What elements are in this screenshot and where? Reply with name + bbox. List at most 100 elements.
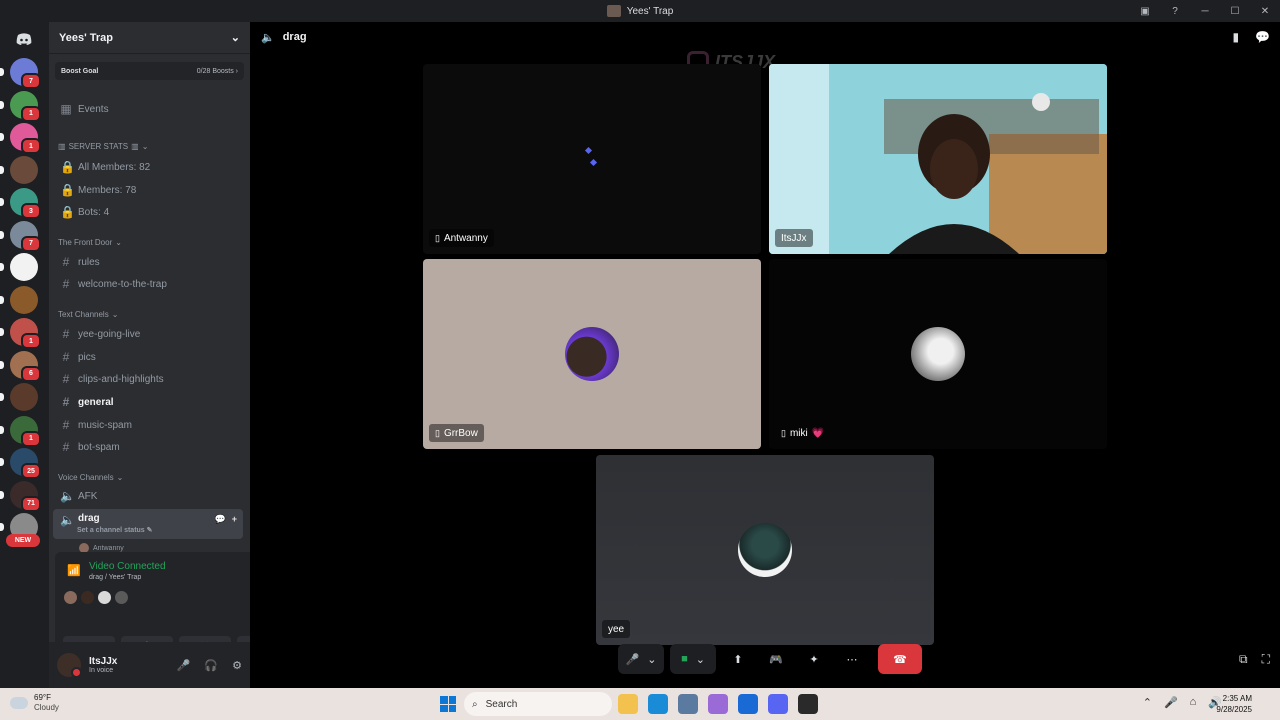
channel-bot-spam[interactable]: # bot-spam [53, 437, 243, 457]
discord-icon[interactable] [768, 694, 788, 714]
add-user-icon[interactable]: + [232, 514, 237, 525]
video-tile[interactable]: ▯ GrrBow [423, 259, 761, 449]
clock[interactable]: 2:35 AM 9/28/2025 [1216, 693, 1252, 715]
channel-yee-going-live[interactable]: # yee-going-live [53, 324, 243, 344]
unread-badge: 71 [21, 495, 41, 512]
channel-sidebar: Yees' Trap ⌄ Boost Goal 0/28 Boosts › ▦ … [49, 22, 293, 688]
help-icon[interactable]: ? [1160, 0, 1190, 22]
channel-status-hint[interactable]: Set a channel status ✎ [77, 526, 153, 534]
channel-clips[interactable]: # clips-and-highlights [53, 369, 243, 389]
server-icon[interactable] [10, 285, 38, 314]
events-item[interactable]: ▦ Events [53, 99, 243, 119]
store-icon[interactable] [738, 694, 758, 714]
server-icon[interactable]: 1 [10, 123, 41, 154]
stat-channel[interactable]: 🔒 All Members: 82 [53, 157, 243, 177]
more-options-icon[interactable]: ⋯ [836, 644, 868, 674]
maximize-button[interactable]: ☐ [1220, 0, 1250, 22]
avatar[interactable] [114, 590, 129, 605]
microphone-icon[interactable]: 🎤 [1164, 696, 1178, 709]
inbox-icon[interactable]: ▣ [1130, 0, 1160, 22]
front-door-category[interactable]: The Front Door ⌄ [58, 238, 122, 247]
video-tile[interactable]: ItsJJx [769, 64, 1107, 254]
avatar[interactable] [97, 590, 112, 605]
unread-badge: 3 [21, 203, 41, 219]
bookmark-icon[interactable]: ▮ [1232, 30, 1239, 44]
settings-icon[interactable] [678, 694, 698, 714]
channel-label: Members: 78 [78, 184, 137, 196]
file-explorer-icon[interactable] [618, 694, 638, 714]
chevron-down-icon[interactable]: ⌄ [647, 653, 656, 666]
server-icon[interactable]: 7 [10, 58, 41, 89]
windows-start-icon[interactable] [440, 696, 456, 712]
unread-badge: 7 [21, 235, 41, 252]
voice-status[interactable]: Video Connected [89, 561, 166, 572]
copilot-icon[interactable] [708, 694, 728, 714]
video-tile[interactable]: ▯ miki 💗 [769, 259, 1107, 449]
unread-badge: 1 [21, 105, 41, 122]
chevron-up-icon[interactable]: ⌃ [1143, 696, 1152, 709]
taskbar-search[interactable]: ⌕ Search [464, 692, 612, 716]
channel-title: drag [282, 31, 307, 43]
voice-channels-category[interactable]: Voice Channels ⌄ [58, 473, 123, 482]
gear-icon[interactable]: ⚙ [232, 659, 242, 672]
chevron-down-icon[interactable]: ⌄ [696, 653, 705, 666]
text-channels-category[interactable]: Text Channels ⌄ [58, 310, 118, 319]
server-icon[interactable]: 71 [10, 480, 41, 512]
server-icon[interactable]: 1 [10, 415, 41, 447]
chat-icon[interactable]: 💬 [1255, 30, 1270, 44]
edge-icon[interactable] [648, 694, 668, 714]
hash-icon: # [62, 418, 70, 432]
weather-widget[interactable]: 69°F Cloudy [10, 693, 59, 713]
soundboard-button[interactable]: ✦ [798, 644, 830, 674]
server-icon[interactable]: 25 [10, 448, 41, 479]
video-tile[interactable]: ▯ Antwanny [423, 64, 761, 254]
channel-music-spam[interactable]: # music-spam [53, 415, 243, 435]
signal-icon[interactable]: 📶 [67, 564, 81, 577]
unread-indicator [0, 393, 4, 401]
disconnect-button[interactable]: ☎ [878, 644, 922, 674]
camera-toggle[interactable]: ■ ⌄ [670, 644, 716, 674]
new-badge: NEW [6, 534, 40, 547]
close-button[interactable]: ✕ [1250, 0, 1280, 22]
user-name[interactable]: ItsJJx [89, 656, 117, 667]
camera-icon: ■ [681, 653, 688, 665]
voice-channel-drag[interactable]: 🔈 drag Set a channel status ✎ 💬 + [53, 509, 243, 539]
minimize-button[interactable]: ─ [1190, 0, 1220, 22]
server-icon[interactable] [10, 253, 38, 281]
screen-share-button[interactable]: ⬆ [722, 644, 754, 674]
channel-rules[interactable]: # rules [53, 252, 243, 272]
avatar[interactable] [80, 590, 95, 605]
boost-goal-bar[interactable]: Boost Goal 0/28 Boosts › [55, 62, 244, 80]
taskbar-apps [618, 694, 818, 714]
channel-welcome[interactable]: # welcome-to-the-trap [53, 274, 243, 294]
fullscreen-icon[interactable]: ⛶ [1262, 652, 1270, 667]
stat-channel[interactable]: 🔒 Members: 78 [53, 180, 243, 200]
server-icon[interactable] [10, 155, 38, 184]
discord-home-icon[interactable] [10, 25, 38, 53]
server-icon[interactable]: 1 [10, 90, 41, 122]
avatar[interactable] [57, 653, 82, 678]
voice-channel-afk[interactable]: 🔈 AFK [53, 486, 243, 506]
stat-channel[interactable]: 🔒 Bots: 4 [53, 202, 243, 222]
network-icon[interactable]: ⌂ [1190, 696, 1197, 709]
microphone-icon[interactable]: 🎤 [177, 659, 191, 672]
server-icon[interactable]: 1 [10, 318, 41, 349]
hash-icon: # [62, 395, 70, 409]
popout-icon[interactable]: ⧉ [1239, 652, 1248, 667]
server-icon[interactable]: 6 [10, 350, 41, 382]
server-stats-category[interactable]: ▥ SERVER STATS ▥ ⌄ [58, 142, 148, 151]
activity-button[interactable]: 🎮 [760, 644, 792, 674]
server-icon[interactable]: 3 [10, 188, 41, 219]
server-header[interactable]: Yees' Trap ⌄ [49, 22, 250, 54]
video-tile[interactable]: yee [596, 455, 934, 645]
channel-general[interactable]: # general [53, 392, 243, 412]
speaker-icon: 🔈 [60, 513, 75, 527]
server-icon[interactable]: 7 [10, 220, 41, 252]
chat-icon[interactable]: 💬 [215, 514, 226, 525]
server-icon[interactable] [10, 383, 38, 411]
channel-pics[interactable]: # pics [53, 347, 243, 367]
headphones-icon[interactable]: 🎧 [204, 659, 218, 672]
microphone-toggle[interactable]: 🎤 ⌄ [618, 644, 664, 674]
avatar[interactable] [63, 590, 78, 605]
obs-icon[interactable] [798, 694, 818, 714]
